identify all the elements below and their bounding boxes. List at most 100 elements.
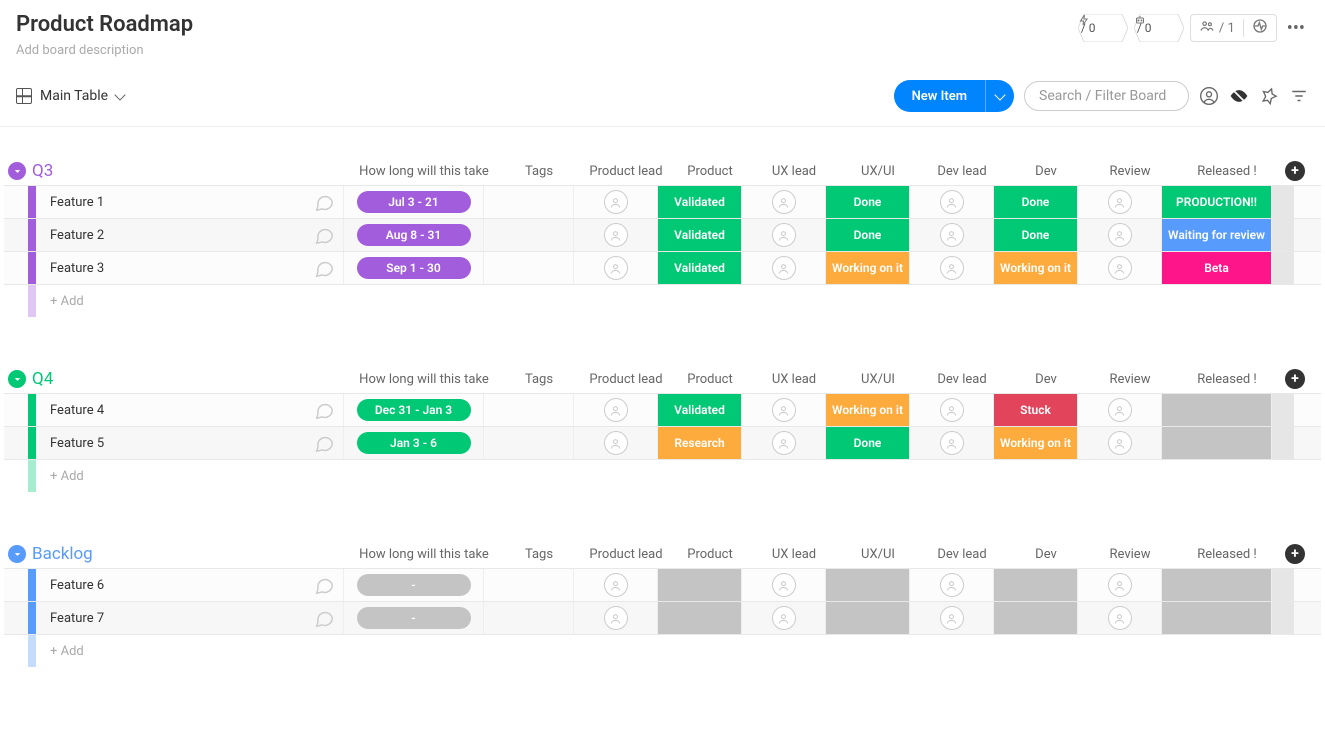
column-header[interactable]: Released ! — [1172, 372, 1282, 387]
more-options-button[interactable]: ••• — [1283, 18, 1309, 39]
column-header[interactable]: Released ! — [1172, 164, 1282, 179]
released-status-cell[interactable]: Waiting for review — [1162, 219, 1272, 251]
released-status-cell[interactable]: PRODUCTION!! — [1162, 186, 1272, 218]
dev-status-cell[interactable]: Stuck — [994, 394, 1078, 426]
product-status-cell[interactable]: Validated — [658, 252, 742, 284]
table-row[interactable]: Feature 4 Dec 31 - Jan 3 Validated Worki… — [4, 393, 1321, 426]
table-row[interactable]: Feature 7 - — [4, 601, 1321, 634]
product-lead-cell[interactable] — [574, 427, 658, 459]
product-status-cell[interactable]: Research — [658, 427, 742, 459]
column-header[interactable]: Product — [668, 547, 752, 562]
person-filter-button[interactable] — [1199, 85, 1219, 107]
column-header[interactable]: Review — [1088, 372, 1172, 387]
timeline-cell[interactable]: Jan 3 - 6 — [344, 427, 484, 459]
column-header[interactable]: Dev — [1004, 164, 1088, 179]
dev-status-cell[interactable] — [994, 602, 1078, 634]
conversation-button[interactable] — [304, 186, 344, 218]
ux-lead-cell[interactable] — [742, 602, 826, 634]
conversation-button[interactable] — [304, 602, 344, 634]
dev-lead-cell[interactable] — [910, 394, 994, 426]
review-cell[interactable] — [1078, 219, 1162, 251]
column-header[interactable]: UX/UI — [836, 547, 920, 562]
ux-lead-cell[interactable] — [742, 427, 826, 459]
review-cell[interactable] — [1078, 186, 1162, 218]
tags-cell[interactable] — [484, 394, 574, 426]
column-header[interactable]: UX/UI — [836, 164, 920, 179]
column-header[interactable]: How long will this take — [354, 164, 494, 179]
tags-cell[interactable] — [484, 427, 574, 459]
product-status-cell[interactable] — [658, 569, 742, 601]
dev-status-cell[interactable]: Done — [994, 186, 1078, 218]
product-status-cell[interactable]: Validated — [658, 219, 742, 251]
item-name-cell[interactable]: Feature 3 — [36, 252, 304, 284]
dev-lead-cell[interactable] — [910, 569, 994, 601]
column-header[interactable]: Review — [1088, 547, 1172, 562]
uxui-status-cell[interactable]: Done — [826, 219, 910, 251]
conversation-button[interactable] — [304, 427, 344, 459]
review-cell[interactable] — [1078, 569, 1162, 601]
column-header[interactable]: How long will this take — [354, 547, 494, 562]
column-header[interactable]: UX/UI — [836, 372, 920, 387]
column-header[interactable]: Dev lead — [920, 372, 1004, 387]
pin-button[interactable] — [1259, 87, 1279, 105]
members-chip[interactable]: / 1 — [1190, 14, 1277, 42]
review-cell[interactable] — [1078, 427, 1162, 459]
dev-status-cell[interactable]: Done — [994, 219, 1078, 251]
product-lead-cell[interactable] — [574, 252, 658, 284]
column-header[interactable]: UX lead — [752, 547, 836, 562]
uxui-status-cell[interactable]: Done — [826, 186, 910, 218]
group-title[interactable]: Backlog — [32, 544, 354, 564]
add-item-row[interactable]: + Add — [4, 284, 1321, 317]
released-status-cell[interactable] — [1162, 394, 1272, 426]
column-header[interactable]: Product lead — [584, 547, 668, 562]
column-header[interactable]: Dev lead — [920, 547, 1004, 562]
add-item-row[interactable]: + Add — [4, 459, 1321, 492]
search-input[interactable]: Search / Filter Board — [1024, 81, 1189, 111]
column-header[interactable]: Tags — [494, 547, 584, 562]
dev-lead-cell[interactable] — [910, 219, 994, 251]
review-cell[interactable] — [1078, 394, 1162, 426]
group-collapse-toggle[interactable] — [8, 370, 26, 388]
uxui-status-cell[interactable]: Working on it — [826, 394, 910, 426]
conversation-button[interactable] — [304, 394, 344, 426]
new-item-dropdown[interactable] — [985, 80, 1014, 112]
tags-cell[interactable] — [484, 602, 574, 634]
column-header[interactable]: How long will this take — [354, 372, 494, 387]
product-status-cell[interactable]: Validated — [658, 394, 742, 426]
add-item-row[interactable]: + Add — [4, 634, 1321, 667]
timeline-cell[interactable]: Aug 8 - 31 — [344, 219, 484, 251]
ux-lead-cell[interactable] — [742, 394, 826, 426]
product-status-cell[interactable]: Validated — [658, 186, 742, 218]
add-item-label[interactable]: + Add — [36, 460, 1321, 492]
timeline-cell[interactable]: - — [344, 602, 484, 634]
ux-lead-cell[interactable] — [742, 219, 826, 251]
dev-status-cell[interactable] — [994, 569, 1078, 601]
tags-cell[interactable] — [484, 186, 574, 218]
item-name-cell[interactable]: Feature 1 — [36, 186, 304, 218]
released-status-cell[interactable] — [1162, 602, 1272, 634]
ux-lead-cell[interactable] — [742, 569, 826, 601]
add-column-button[interactable]: + — [1282, 544, 1308, 564]
dev-lead-cell[interactable] — [910, 186, 994, 218]
tags-cell[interactable] — [484, 219, 574, 251]
ux-lead-cell[interactable] — [742, 252, 826, 284]
uxui-status-cell[interactable]: Working on it — [826, 252, 910, 284]
released-status-cell[interactable] — [1162, 427, 1272, 459]
board-description[interactable]: Add board description — [16, 43, 1078, 58]
timeline-cell[interactable]: - — [344, 569, 484, 601]
released-status-cell[interactable] — [1162, 569, 1272, 601]
column-header[interactable]: Tags — [494, 372, 584, 387]
add-column-button[interactable]: + — [1282, 369, 1308, 389]
column-header[interactable]: UX lead — [752, 164, 836, 179]
add-column-button[interactable]: + — [1282, 161, 1308, 181]
product-lead-cell[interactable] — [574, 219, 658, 251]
add-item-label[interactable]: + Add — [36, 285, 1321, 317]
column-header[interactable]: Dev — [1004, 372, 1088, 387]
filter-button[interactable] — [1289, 87, 1309, 105]
table-row[interactable]: Feature 1 Jul 3 - 21 Validated Done Done… — [4, 185, 1321, 218]
dev-status-cell[interactable]: Working on it — [994, 252, 1078, 284]
table-row[interactable]: Feature 6 - — [4, 568, 1321, 601]
column-header[interactable]: Dev — [1004, 547, 1088, 562]
dev-lead-cell[interactable] — [910, 252, 994, 284]
product-lead-cell[interactable] — [574, 602, 658, 634]
